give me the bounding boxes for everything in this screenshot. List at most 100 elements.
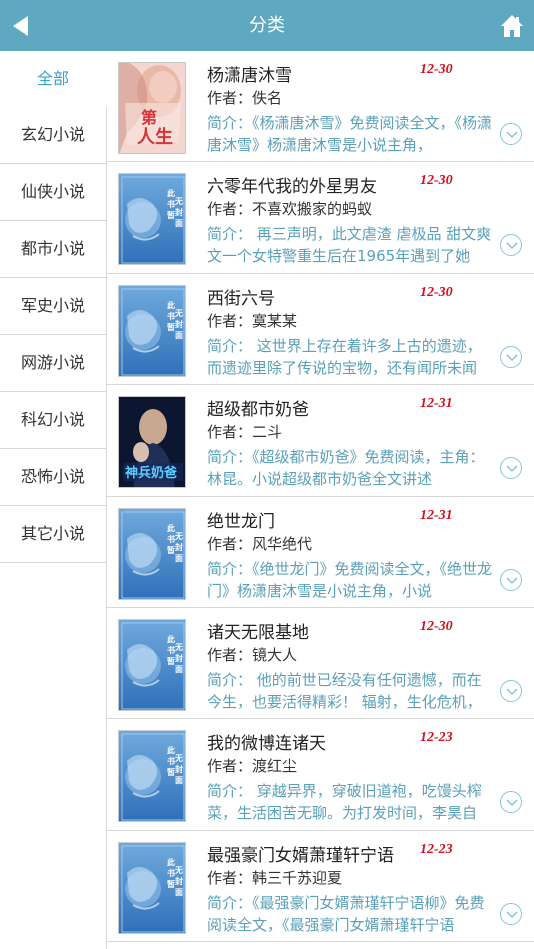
book-update-date: 12-23 <box>420 730 453 746</box>
book-list-item[interactable]: 此书暂无封面诸天无限基地 12-30 作者：镜大人 简介： 他的前世已经没有任何遗憾，… <box>107 608 534 720</box>
book-intro: 简介： 穿越异界，穿破旧道袍，吃馒头榨菜，生活困苦无聊。为打发时间，李昊自 <box>207 782 482 823</box>
svg-text:暂: 暂 <box>167 656 175 666</box>
book-title[interactable]: 超级都市奶爸 <box>207 395 309 420</box>
svg-text:此: 此 <box>167 745 175 755</box>
svg-text:暂: 暂 <box>167 767 175 777</box>
svg-text:人生: 人生 <box>137 126 173 148</box>
book-list-item[interactable]: 此书暂无封面最强豪门女婿萧瑾轩宁语 12-23 作者：韩三千苏迎夏 简介：《最强豪门女… <box>107 831 534 943</box>
home-icon <box>501 15 523 37</box>
book-author: 作者：不喜欢搬家的蚂蚁 <box>207 200 373 219</box>
chevron-down-icon <box>506 131 518 139</box>
chevron-down-icon <box>506 911 518 918</box>
book-list-item[interactable]: 此书暂无封面我的微博连诸天 12-23 作者：渡红尘简介： 穿越异界，穿破旧道袍，吃… <box>107 719 534 831</box>
book-list-item[interactable]: 神兵奶爸 超级都市奶爸 12-31 作者：二斗 简介：《超级都市奶爸》免费阅读，主角：林… <box>107 385 534 497</box>
expand-intro-button[interactable] <box>500 902 522 925</box>
book-list-item[interactable]: 此书暂无封面六零年代我的外星男友 12-30 作者：不喜欢搬家的蚂蚁 简介： 再三声明… <box>107 162 534 274</box>
svg-text:封: 封 <box>175 876 183 886</box>
sidebar-item-4[interactable]: 军史小说 <box>0 278 106 335</box>
book-author: 作者：渡红尘 <box>207 757 298 776</box>
book-cover[interactable]: 此书暂无封面 <box>118 173 186 266</box>
svg-text:此: 此 <box>167 857 175 867</box>
chevron-down-icon <box>506 242 518 250</box>
book-update-date: 12-23 <box>420 841 453 857</box>
sidebar-item-7[interactable]: 恐怖小说 <box>0 449 106 506</box>
book-cover[interactable]: 此书暂无封面 <box>118 841 186 934</box>
chevron-down-icon <box>506 577 518 584</box>
book-intro: 简介：《绝世龙门》免费阅读全文，《绝世龙门》杨潇唐沐雪是小说主角，小说 <box>207 559 493 600</box>
svg-text:面: 面 <box>175 219 183 228</box>
svg-text:此: 此 <box>167 300 175 310</box>
chevron-down-icon <box>506 354 518 361</box>
expand-intro-button[interactable] <box>500 457 522 480</box>
chevron-down-icon <box>506 465 518 473</box>
book-update-date: 12-31 <box>420 507 453 523</box>
svg-text:神兵奶爸: 神兵奶爸 <box>125 465 177 481</box>
page-title: 分类 <box>249 15 285 36</box>
svg-text:暂: 暂 <box>167 210 175 220</box>
sidebar-item-5[interactable]: 网游小说 <box>0 335 106 392</box>
book-title[interactable]: 我的微博连诸天 <box>207 729 326 754</box>
svg-text:面: 面 <box>175 554 183 563</box>
book-title[interactable]: 诸天无限基地 <box>207 618 309 643</box>
book-intro: 简介： 这世界上存在着许多上古的遗迹，而遗迹里除了传说的宝物，还有闻所未闻 <box>207 336 482 377</box>
sidebar-item-2[interactable]: 仙侠小说 <box>0 164 106 221</box>
svg-text:封: 封 <box>175 319 183 329</box>
book-list-item[interactable]: 此书暂无封面绝世龙门 12-31 作者：风华绝代 简介：《绝世龙门》免费阅读全文，《绝… <box>107 497 534 608</box>
book-title[interactable]: 绝世龙门 <box>207 507 275 532</box>
book-cover-image: 此书暂无封面 <box>119 174 185 265</box>
header-bar: 分类 <box>0 0 534 51</box>
book-cover-image: 神兵奶爸 <box>119 397 185 488</box>
expand-intro-button[interactable] <box>500 345 522 368</box>
book-title[interactable]: 六零年代我的外星男友 <box>207 172 377 197</box>
book-cover[interactable]: 第人生 <box>118 62 186 154</box>
book-cover[interactable]: 此书暂无封面 <box>118 507 186 600</box>
svg-text:面: 面 <box>175 331 183 340</box>
book-update-date: 12-30 <box>420 173 453 189</box>
svg-text:无: 无 <box>174 197 183 206</box>
expand-intro-button[interactable] <box>500 123 522 145</box>
sidebar-item-3[interactable]: 都市小说 <box>0 221 106 278</box>
book-update-date: 12-30 <box>420 62 453 77</box>
svg-text:书: 书 <box>167 199 175 209</box>
book-cover-image: 此书暂无封面 <box>119 619 185 710</box>
chevron-down-icon <box>506 688 518 696</box>
book-list: 第人生 杨潇唐沐雪 12-30 作者：佚名简介：《杨潇唐沐雪》免费阅读全文，《杨潇唐沐… <box>107 51 534 949</box>
book-author: 作者：佚名 <box>207 89 283 107</box>
book-author: 作者：韩三千苏迎夏 <box>207 868 343 887</box>
book-list-item[interactable]: 第人生 杨潇唐沐雪 12-30 作者：佚名简介：《杨潇唐沐雪》免费阅读全文，《杨潇唐沐… <box>107 51 534 163</box>
expand-intro-button[interactable] <box>500 234 522 257</box>
book-author: 作者：镜大人 <box>207 645 298 664</box>
svg-text:暂: 暂 <box>167 322 175 332</box>
book-cover-image: 此书暂无封面 <box>119 285 185 376</box>
svg-text:此: 此 <box>167 523 175 533</box>
book-title[interactable]: 杨潇唐沐雪 <box>207 61 292 86</box>
sidebar-item-6[interactable]: 科幻小说 <box>0 392 106 449</box>
book-list-item[interactable]: 此书暂无封面西街六号 12-30 作者：寞某某 简介： 这世界上存在着许多上古的遗迹，… <box>107 274 534 386</box>
book-cover[interactable]: 此书暂无封面 <box>118 618 186 711</box>
svg-text:封: 封 <box>175 764 183 774</box>
book-cover-image: 此书暂无封面 <box>119 842 185 933</box>
svg-text:书: 书 <box>167 534 175 544</box>
sidebar-item-1[interactable]: 玄幻小说 <box>0 107 106 164</box>
sidebar-item-8[interactable]: 其它小说 <box>0 506 106 563</box>
sidebar-item-0[interactable]: 全部 <box>0 51 107 107</box>
svg-text:书: 书 <box>167 311 175 321</box>
expand-intro-button[interactable] <box>500 568 522 591</box>
svg-text:无: 无 <box>174 754 183 763</box>
book-intro: 简介：《杨潇唐沐雪》免费阅读全文，《杨潇唐沐雪》杨潇唐沐雪是小说主角， <box>207 114 493 154</box>
svg-text:书: 书 <box>167 868 175 878</box>
home-button[interactable] <box>500 14 524 38</box>
svg-text:无: 无 <box>174 643 183 652</box>
book-title[interactable]: 最强豪门女婿萧瑾轩宁语 <box>207 841 394 866</box>
svg-text:封: 封 <box>175 542 183 552</box>
book-intro: 简介：《超级都市奶爸》免费阅读，主角：林昆。小说超级都市奶爸全文讲述 <box>207 448 485 489</box>
book-cover[interactable]: 此书暂无封面 <box>118 730 186 823</box>
book-title[interactable]: 西街六号 <box>207 284 275 309</box>
expand-intro-button[interactable] <box>500 679 522 702</box>
book-cover[interactable]: 此书暂无封面 <box>118 284 186 377</box>
svg-text:封: 封 <box>175 207 183 217</box>
category-sidebar: 全部 玄幻小说 仙侠小说 都市小说 军史小说 网游小说 科幻小说 恐怖小说 其它小说 <box>0 51 107 949</box>
chevron-down-icon <box>506 799 518 807</box>
expand-intro-button[interactable] <box>500 791 522 814</box>
book-cover[interactable]: 神兵奶爸 <box>118 396 186 489</box>
